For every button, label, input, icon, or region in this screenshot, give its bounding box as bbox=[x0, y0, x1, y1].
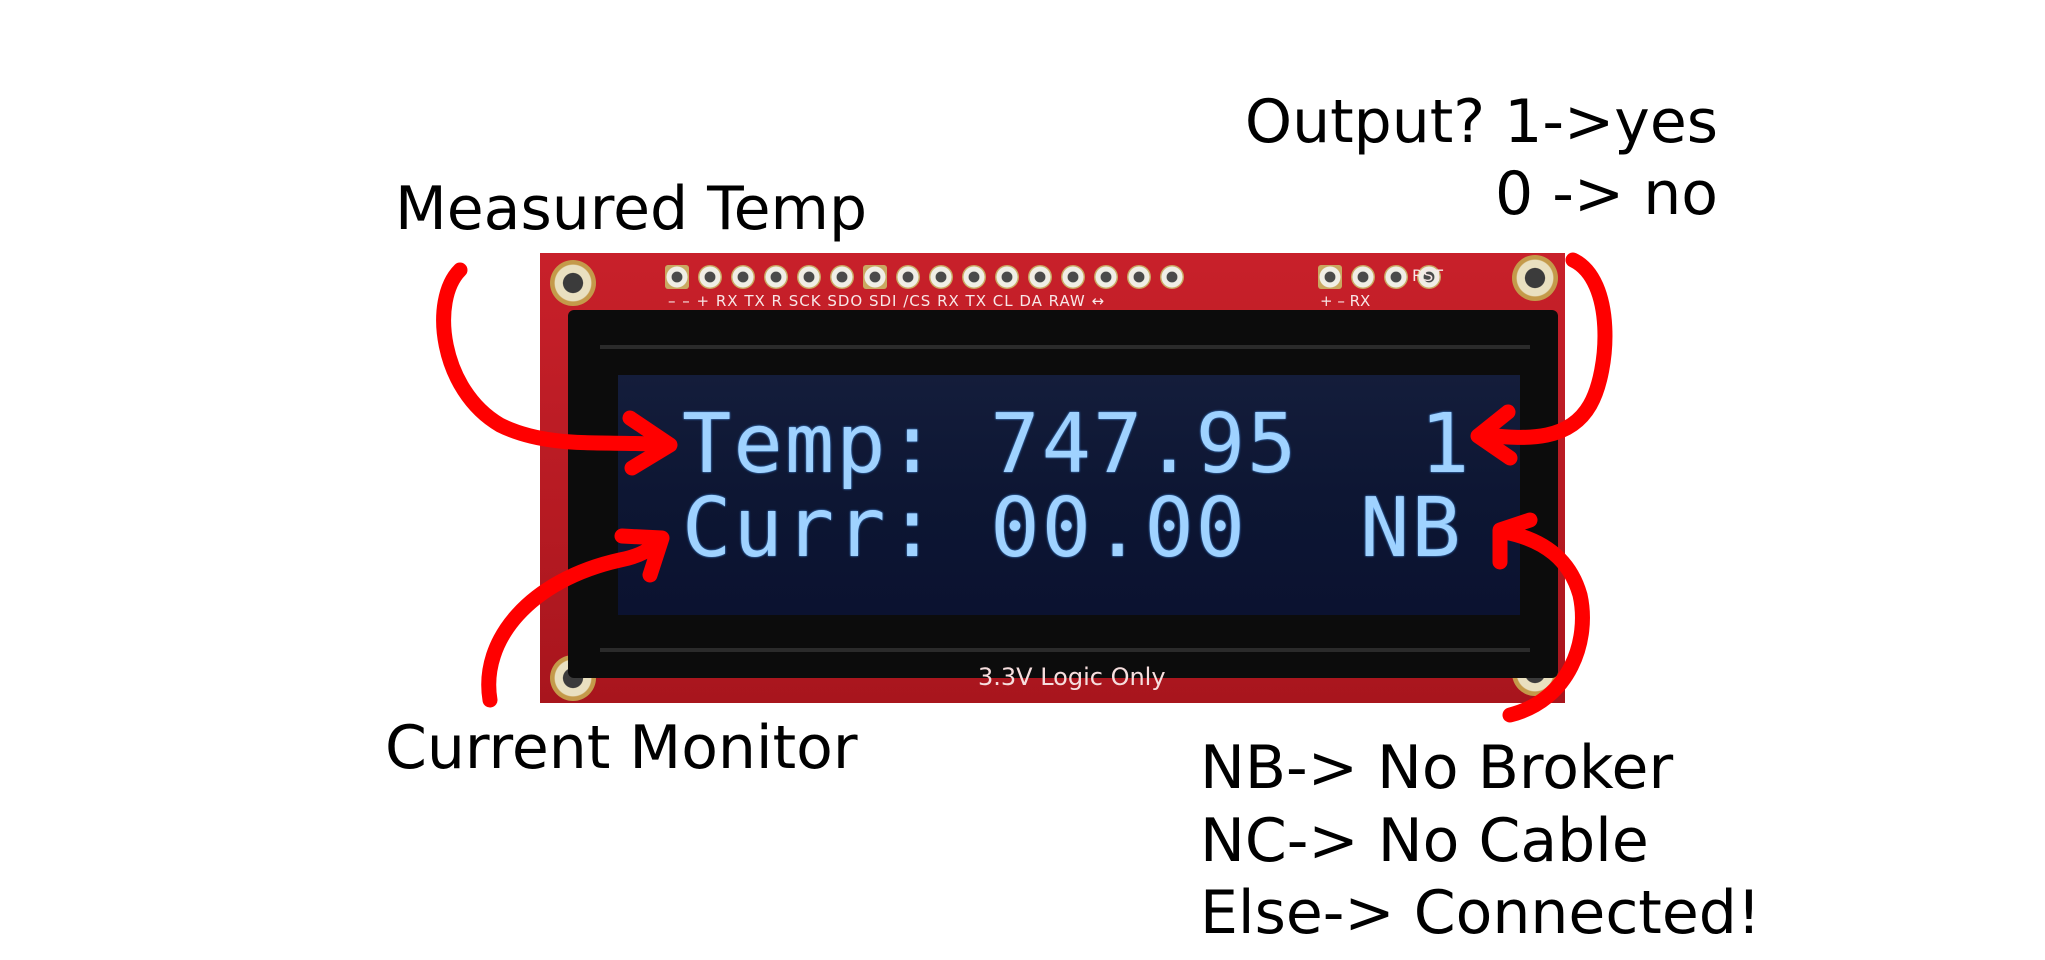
label-current-monitor: Current Monitor bbox=[385, 713, 858, 783]
arrow-status bbox=[1497, 524, 1590, 723]
label-measured-temp: Measured Temp bbox=[395, 174, 868, 244]
legend-connected: Else-> Connected! bbox=[1200, 878, 1761, 948]
legend-no-broker: NB-> No Broker bbox=[1200, 733, 1674, 803]
arrow-current-monitor bbox=[481, 532, 668, 708]
legend-no-cable: NC-> No Cable bbox=[1200, 806, 1649, 876]
annotation-arrows bbox=[436, 252, 1613, 723]
label-output-line1: Output? 1->yes bbox=[1244, 87, 1718, 157]
label-output-line2: 0 -> no bbox=[1495, 159, 1718, 229]
